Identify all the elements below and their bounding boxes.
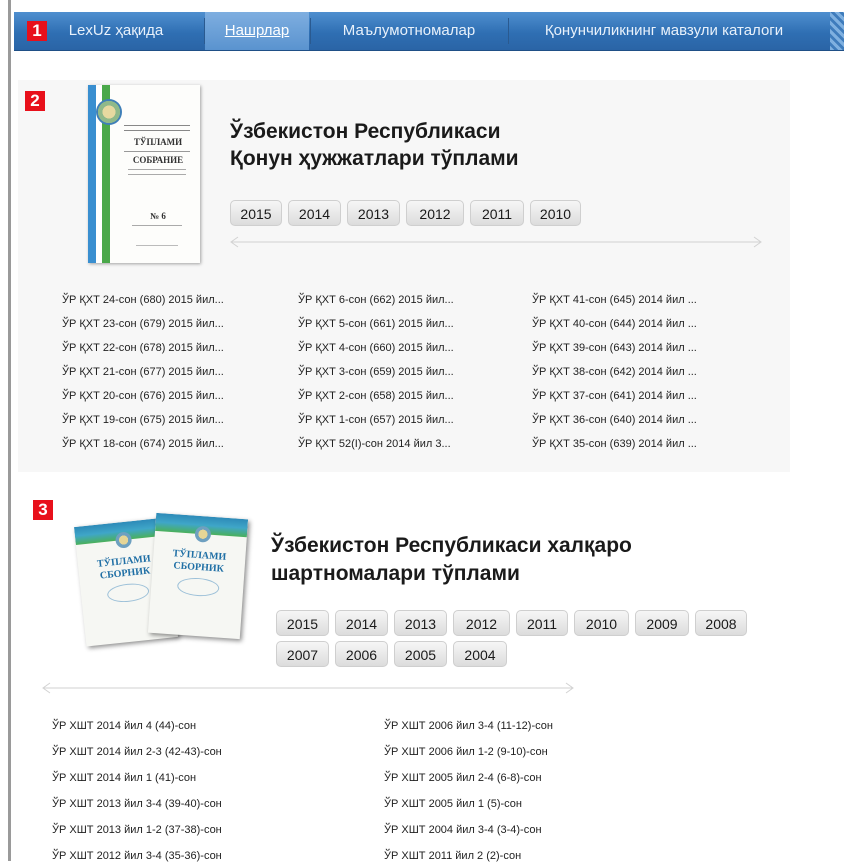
document-link[interactable]: ЎР ҚХТ 6-сон (662) 2015 йил... (298, 294, 454, 306)
document-link[interactable]: ЎР ҚХТ 23-сон (679) 2015 йил... (62, 318, 224, 330)
year-button[interactable]: 2011 (516, 610, 568, 636)
document-link[interactable]: ЎР ҚХТ 52(I)-сон 2014 йил 3... (298, 438, 451, 450)
document-link[interactable]: ЎР ХШТ 2004 йил 3-4 (3-4)-сон (384, 824, 542, 836)
year-button[interactable]: 2008 (695, 610, 747, 636)
section-title-line1: Ўзбекистон Республикаси халқаро (271, 534, 632, 557)
document-link[interactable]: ЎР ХШТ 2013 йил 1-2 (37-38)-сон (52, 824, 222, 836)
horizontal-scroll-arrow[interactable] (38, 681, 578, 695)
section-title-line2: Қонун ҳужжатлари тўплами (230, 147, 519, 170)
document-link[interactable]: ЎР ҚХТ 22-сон (678) 2015 йил... (62, 342, 224, 354)
year-button[interactable]: 2010 (530, 200, 581, 226)
document-link[interactable]: ЎР ХШТ 2014 йил 2-3 (42-43)-сон (52, 746, 222, 758)
year-button[interactable]: 2012 (453, 610, 510, 636)
year-button[interactable]: 2014 (288, 200, 341, 226)
year-button[interactable]: 2010 (574, 610, 629, 636)
document-link[interactable]: ЎР ҚХТ 40-сон (644) 2014 йил ... (532, 318, 697, 330)
document-link[interactable]: ЎР ҚХТ 2-сон (658) 2015 йил... (298, 390, 454, 402)
year-button[interactable]: 2012 (406, 200, 464, 226)
document-link[interactable]: ЎР ҚХТ 39-сон (643) 2014 йил ... (532, 342, 697, 354)
document-link[interactable]: ЎР ҚХТ 38-сон (642) 2014 йил ... (532, 366, 697, 378)
year-button[interactable]: 2009 (635, 610, 689, 636)
document-link[interactable]: ЎР ХШТ 2013 йил 3-4 (39-40)-сон (52, 798, 222, 810)
document-link[interactable]: ЎР ҚХТ 21-сон (677) 2015 йил... (62, 366, 224, 378)
document-link[interactable]: ЎР ҚХТ 3-сон (659) 2015 йил... (298, 366, 454, 378)
document-link[interactable]: ЎР ҚХТ 20-сон (676) 2015 йил... (62, 390, 224, 402)
document-link[interactable]: ЎР ХШТ 2014 йил 4 (44)-сон (52, 720, 196, 732)
page-left-border (8, 0, 11, 861)
cover-issue-number: № 6 (150, 211, 166, 221)
document-link[interactable]: ЎР ҚХТ 36-сон (640) 2014 йил ... (532, 414, 697, 426)
state-emblem-icon (96, 99, 122, 125)
document-link[interactable]: ЎР ХШТ 2014 йил 1 (41)-сон (52, 772, 196, 784)
nav-item-about[interactable]: LexUz ҳақида (36, 12, 196, 50)
year-button[interactable]: 2007 (276, 641, 329, 667)
annotation-marker-1: 1 (27, 21, 47, 41)
document-link[interactable]: ЎР ҚХТ 19-сон (675) 2015 йил... (62, 414, 224, 426)
year-button[interactable]: 2013 (347, 200, 400, 226)
nav-decoration (830, 12, 844, 50)
emblem-icon (194, 525, 212, 543)
emblem-icon (114, 531, 133, 549)
horizontal-scroll-arrow[interactable] (226, 235, 766, 249)
document-link[interactable]: ЎР ХШТ 2005 йил 2-4 (6-8)-сон (384, 772, 542, 784)
document-link[interactable]: ЎР ҚХТ 35-сон (639) 2014 йил ... (532, 438, 697, 450)
document-link[interactable]: ЎР ҚХТ 1-сон (657) 2015 йил... (298, 414, 454, 426)
year-button[interactable]: 2015 (276, 610, 329, 636)
year-button[interactable]: 2013 (394, 610, 447, 636)
document-link[interactable]: ЎР ХШТ 2011 йил 2 (2)-сон (384, 850, 521, 862)
nav-item-references[interactable]: Маълумотномалар (311, 12, 507, 50)
document-link[interactable]: ЎР ҚХТ 4-сон (660) 2015 йил... (298, 342, 454, 354)
document-link[interactable]: ЎР ҚХТ 41-сон (645) 2014 йил ... (532, 294, 697, 306)
document-link[interactable]: ЎР ХШТ 2005 йил 1 (5)-сон (384, 798, 522, 810)
document-link[interactable]: ЎР ҚХТ 24-сон (680) 2015 йил... (62, 294, 224, 306)
year-button[interactable]: 2011 (470, 200, 524, 226)
annotation-marker-2: 2 (25, 91, 45, 111)
cover-title: ТЎПЛАМИ (133, 137, 183, 147)
annotation-marker-3: 3 (33, 500, 53, 520)
section-title-line1: Ўзбекистон Республикаси (230, 120, 501, 143)
nav-item-publications[interactable]: Нашрлар (205, 12, 309, 50)
top-navigation: LexUz ҳақида Нашрлар Маълумотномалар Қон… (14, 12, 844, 51)
treaties-cover-image-front[interactable]: ТЎПЛАМИ СБОРНИК (147, 512, 249, 640)
document-link[interactable]: ЎР ХШТ 2012 йил 3-4 (35-36)-сон (52, 850, 222, 862)
document-link[interactable]: ЎР ХШТ 2006 йил 3-4 (11-12)-сон (384, 720, 553, 732)
document-link[interactable]: ЎР ҚХТ 5-сон (661) 2015 йил... (298, 318, 454, 330)
document-link[interactable]: ЎР ҚХТ 37-сон (641) 2014 йил ... (532, 390, 697, 402)
legal-acts-cover-image[interactable]: ТЎПЛАМИ СОБРАНИЕ № 6 (88, 85, 200, 263)
nav-item-catalog[interactable]: Қонунчиликнинг мавзули каталоги (509, 12, 819, 50)
year-button[interactable]: 2006 (335, 641, 388, 667)
year-button[interactable]: 2015 (230, 200, 282, 226)
document-link[interactable]: ЎР ХШТ 2006 йил 1-2 (9-10)-сон (384, 746, 548, 758)
document-link[interactable]: ЎР ҚХТ 18-сон (674) 2015 йил... (62, 438, 224, 450)
year-button[interactable]: 2014 (335, 610, 388, 636)
year-button[interactable]: 2004 (453, 641, 507, 667)
year-button[interactable]: 2005 (394, 641, 447, 667)
cover-subtitle: СОБРАНИЕ (132, 155, 184, 165)
section-title-line2: шартномалари тўплами (271, 562, 520, 585)
